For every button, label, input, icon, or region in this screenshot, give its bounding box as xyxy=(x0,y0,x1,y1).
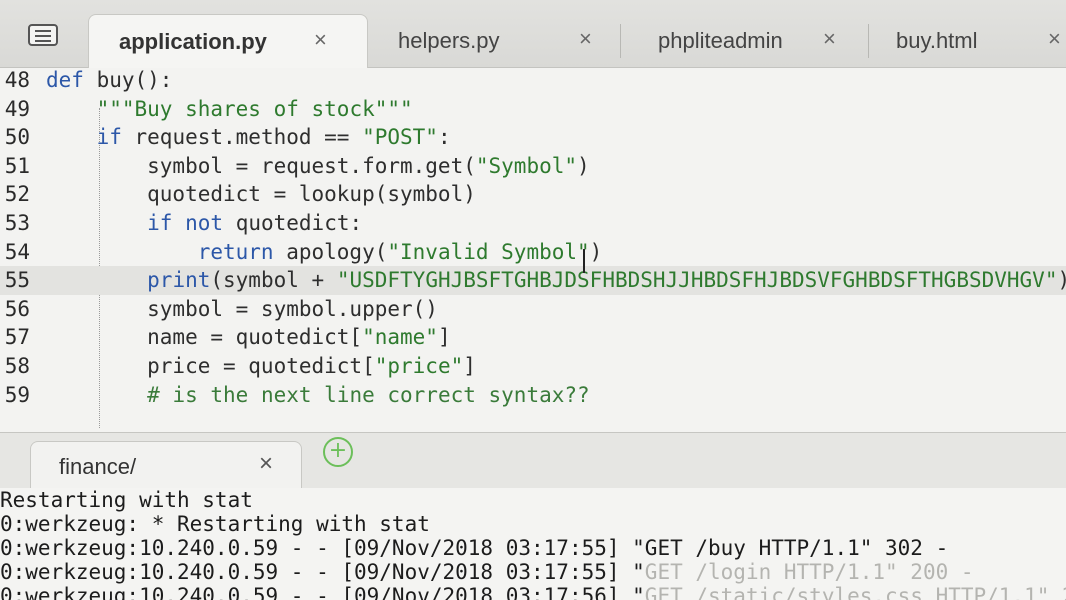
line-number: 48 xyxy=(4,68,30,92)
line-number: 49 xyxy=(4,96,30,121)
line-number: 58 xyxy=(4,354,30,378)
line-number: 51 xyxy=(4,153,30,178)
terminal-text: Restarting with stat xyxy=(0,488,253,512)
tab-helpers-py[interactable]: helpers.py × xyxy=(372,14,622,68)
terminal-output[interactable]: Restarting with stat 0:werkzeug: * Restar… xyxy=(0,488,1066,600)
text-cursor xyxy=(583,249,585,273)
code-text: print(symbol + "USDFTYGHJBSFTGHBJDSFHBDS… xyxy=(147,268,1066,293)
terminal-line: 0:werkzeug:10.240.0.59 - - [09/Nov/2018 … xyxy=(0,584,1066,600)
code-line[interactable]: 54 return apology("Invalid Symbol") xyxy=(0,238,1066,267)
tab-divider xyxy=(868,24,869,58)
tab-label: buy.html xyxy=(896,28,978,53)
code-line[interactable]: 48 def buy(): xyxy=(0,68,1066,95)
code-line[interactable]: 56 symbol = symbol.upper() xyxy=(0,295,1066,324)
code-text: symbol = request.form.get("Symbol") xyxy=(46,153,590,178)
line-number: 53 xyxy=(4,211,30,235)
code-text: if request.method == "POST": xyxy=(96,125,451,150)
close-icon[interactable]: × xyxy=(314,27,327,53)
code-text: if not quotedict: xyxy=(147,211,363,235)
tab-terminal-finance[interactable]: finance/ × xyxy=(30,441,302,489)
terminal-line: Restarting with stat xyxy=(0,488,253,512)
tab-label: phpliteadmin xyxy=(658,28,783,53)
terminal-text-faded: GET /static/styles.css HTTP/1.1" 200 xyxy=(644,584,1066,600)
terminal-line: 0:werkzeug: * Restarting with stat xyxy=(0,512,430,536)
add-terminal-icon[interactable]: + xyxy=(323,437,353,467)
tab-application-py[interactable]: application.py × xyxy=(88,14,368,68)
code-text: price = quotedict["price"] xyxy=(46,354,476,378)
close-icon[interactable]: × xyxy=(579,26,592,52)
code-line[interactable]: 53 if not quotedict: xyxy=(0,209,1066,238)
close-icon[interactable]: × xyxy=(1048,26,1061,52)
code-text: return apology("Invalid Symbol") xyxy=(197,239,603,264)
line-number: 52 xyxy=(4,182,30,207)
menu-icon[interactable] xyxy=(28,24,58,46)
terminal-text-faded: GET /login HTTP/1.1" 200 - xyxy=(644,560,974,584)
terminal-text: 0:werkzeug:10.240.0.59 - - [09/Nov/2018 … xyxy=(0,584,645,600)
line-number: 55 xyxy=(4,268,30,293)
tab-label: application.py xyxy=(119,28,267,54)
code-editor[interactable]: 48 def buy(): 49 """Buy shares of stock"""… xyxy=(0,68,1066,432)
terminal-text: 0:werkzeug: * Restarting with stat xyxy=(0,512,430,536)
code-line[interactable]: 57 name = quotedict["name"] xyxy=(0,323,1066,352)
code-line[interactable]: 55 print(symbol + "USDFTYGHJBSFTGHBJDSFH… xyxy=(0,266,1066,296)
close-icon[interactable]: × xyxy=(823,26,836,52)
code-text: """Buy shares of stock""" xyxy=(96,96,413,121)
tab-phpliteadmin[interactable]: phpliteadmin × xyxy=(630,14,870,68)
line-number: 56 xyxy=(4,296,30,321)
editor-tab-bar: application.py × helpers.py × phpliteadm… xyxy=(0,0,1066,68)
code-text: name = quotedict["name"] xyxy=(46,325,451,350)
code-line[interactable]: 49 """Buy shares of stock""" xyxy=(0,95,1066,124)
code-line[interactable]: 50 if request.method == "POST": xyxy=(0,123,1066,152)
line-number: 54 xyxy=(4,239,30,264)
terminal-line: 0:werkzeug:10.240.0.59 - - [09/Nov/2018 … xyxy=(0,536,948,560)
tab-label: helpers.py xyxy=(398,28,500,53)
terminal-line: 0:werkzeug:10.240.0.59 - - [09/Nov/2018 … xyxy=(0,560,974,584)
line-number: 50 xyxy=(4,125,30,150)
terminal-text: 0:werkzeug:10.240.0.59 - - [09/Nov/2018 … xyxy=(0,536,949,560)
code-line[interactable]: 52 quotedict = lookup(symbol) xyxy=(0,180,1066,209)
code-text: # is the next line correct syntax?? xyxy=(147,382,590,407)
line-number: 57 xyxy=(4,325,30,350)
panel-tab-bar: finance/ × + xyxy=(0,432,1066,489)
code-line[interactable]: 58 price = quotedict["price"] xyxy=(0,352,1066,381)
code-text: def buy(): xyxy=(46,68,173,92)
terminal-tab-label: finance/ xyxy=(59,454,137,479)
code-text: symbol = symbol.upper() xyxy=(46,296,438,321)
code-line[interactable]: 51 symbol = request.form.get("Symbol") xyxy=(0,152,1066,181)
terminal-text: 0:werkzeug:10.240.0.59 - - [09/Nov/2018 … xyxy=(0,560,645,584)
tab-buy-html[interactable]: buy.html × xyxy=(870,14,1066,68)
code-text: quotedict = lookup(symbol) xyxy=(46,182,476,207)
close-icon[interactable]: × xyxy=(259,450,273,478)
line-number: 59 xyxy=(4,382,30,407)
code-line[interactable]: 59 # is the next line correct syntax?? xyxy=(0,381,1066,410)
